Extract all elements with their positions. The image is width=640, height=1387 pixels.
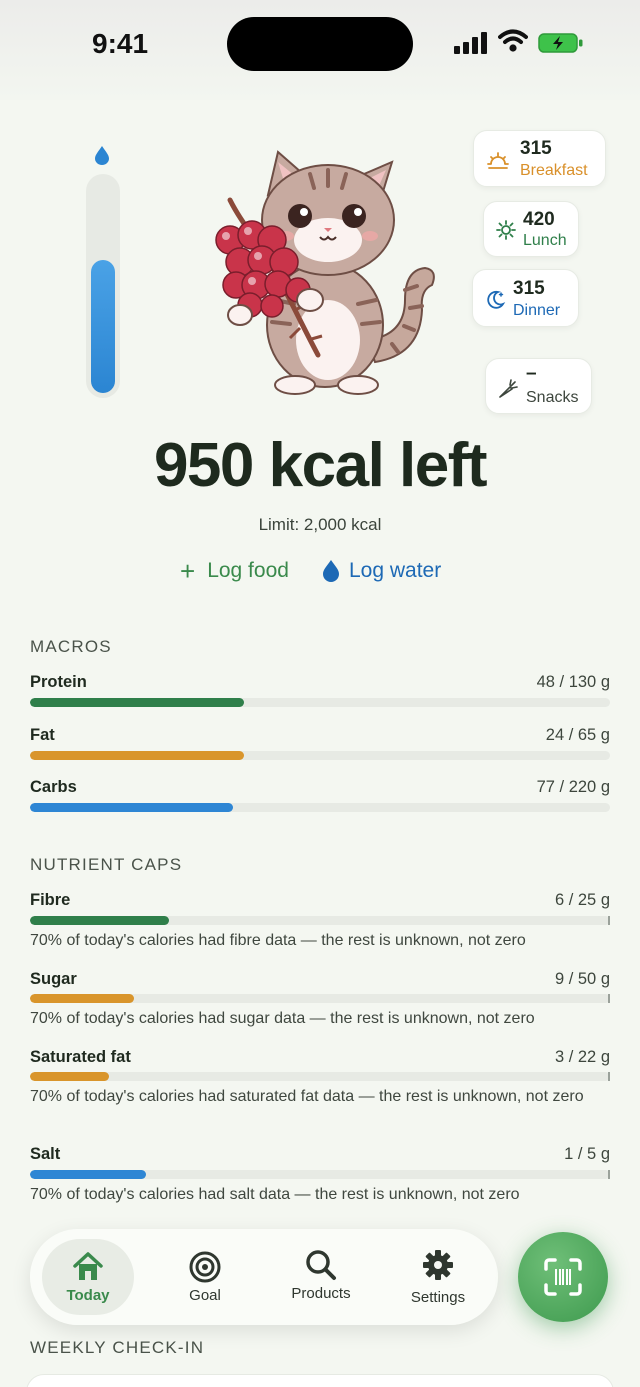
tab-settings[interactable]: Settings xyxy=(392,1239,484,1315)
macro-name: Fat xyxy=(30,726,55,744)
wifi-icon xyxy=(498,29,528,52)
water-drop-icon xyxy=(323,560,339,582)
calories-left-headline: 950 kcal left xyxy=(153,431,488,500)
tab-goal[interactable]: Goal xyxy=(160,1239,250,1315)
sun-icon xyxy=(496,220,516,240)
cap-note: 70% of today's calories had salt data — … xyxy=(30,1186,520,1203)
cap-limit-marker xyxy=(608,1170,610,1179)
macro-track xyxy=(30,698,610,707)
macro-track xyxy=(30,803,610,812)
cap-note: 70% of today's calories had sugar data —… xyxy=(30,1010,535,1027)
carrot-icon xyxy=(499,379,518,398)
cap-note: 70% of today's calories had saturated fa… xyxy=(30,1088,584,1105)
dinner-label: Dinner xyxy=(513,302,561,319)
log-water-label: Log water xyxy=(349,559,442,582)
snacks-kcal: – xyxy=(526,363,537,384)
cat-mascot-illustration xyxy=(215,150,435,395)
dynamic-island xyxy=(227,17,413,71)
cap-value: 1 / 5 g xyxy=(564,1145,610,1163)
meal-chip-snacks[interactable]: – Snacks xyxy=(485,358,592,414)
search-icon xyxy=(306,1250,336,1280)
cap-fill xyxy=(30,1170,146,1179)
log-food-label: Log food xyxy=(207,559,289,582)
cap-limit-marker xyxy=(608,916,610,925)
signal-icon xyxy=(454,32,488,54)
tab-label: Today xyxy=(66,1287,110,1304)
water-gauge xyxy=(86,174,120,398)
water-drop-icon xyxy=(95,146,109,165)
breakfast-label: Breakfast xyxy=(520,162,588,179)
cap-name: Fibre xyxy=(30,891,71,909)
cap-value: 6 / 25 g xyxy=(554,891,610,909)
battery-icon xyxy=(538,33,583,53)
macros-section-title: MACROS xyxy=(30,637,112,656)
tab-bar: Today Goal Products Settings xyxy=(30,1229,498,1325)
gear-icon xyxy=(423,1250,453,1280)
weekly-checkin-card[interactable] xyxy=(26,1374,614,1387)
cap-name: Salt xyxy=(30,1145,61,1163)
meal-chip-dinner[interactable]: 315 Dinner xyxy=(472,269,579,327)
log-food-button[interactable]: + Log food xyxy=(180,556,289,586)
macro-name: Carbs xyxy=(30,778,77,796)
nutrient-caps-section-title: NUTRIENT CAPS xyxy=(30,855,183,874)
cap-name: Saturated fat xyxy=(30,1048,131,1066)
macro-track xyxy=(30,751,610,760)
cap-track xyxy=(30,994,610,1003)
moon-icon xyxy=(487,290,506,309)
status-time: 9:41 xyxy=(92,28,149,59)
home-icon xyxy=(73,1252,103,1280)
tab-today[interactable]: Today xyxy=(42,1239,134,1315)
macro-fill xyxy=(30,751,245,760)
macro-value: 24 / 65 g xyxy=(545,726,610,744)
cap-value: 9 / 50 g xyxy=(554,970,610,988)
cap-limit-marker xyxy=(608,994,610,1003)
status-bar: 9:41 xyxy=(0,0,640,100)
macro-fill xyxy=(30,803,233,812)
sunrise-icon xyxy=(487,152,509,169)
log-water-button[interactable]: Log water xyxy=(323,556,441,586)
cap-track xyxy=(30,1170,610,1179)
calorie-limit: Limit: 2,000 kcal xyxy=(258,515,382,534)
water-gauge-fill xyxy=(91,260,115,393)
cap-track xyxy=(30,1072,610,1081)
tab-label: Settings xyxy=(410,1289,466,1306)
cap-note: 70% of today's calories had fibre data —… xyxy=(30,932,526,949)
breakfast-kcal: 315 xyxy=(520,138,552,159)
barcode-scan-icon xyxy=(544,1258,582,1296)
macro-name: Protein xyxy=(30,673,87,691)
lunch-label: Lunch xyxy=(523,232,567,249)
macro-value: 48 / 130 g xyxy=(536,673,610,691)
weekly-checkin-title: WEEKLY CHECK-IN xyxy=(30,1338,205,1357)
lunch-kcal: 420 xyxy=(523,209,555,230)
macro-value: 77 / 220 g xyxy=(536,778,610,796)
plus-icon: + xyxy=(180,556,196,586)
tab-label: Products xyxy=(291,1285,351,1302)
tab-products[interactable]: Products xyxy=(273,1239,369,1315)
meal-chip-breakfast[interactable]: 315 Breakfast xyxy=(473,130,606,187)
cap-value: 3 / 22 g xyxy=(554,1048,610,1066)
cap-fill xyxy=(30,916,170,925)
cap-fill xyxy=(30,1072,109,1081)
cap-limit-marker xyxy=(608,1072,610,1081)
target-icon xyxy=(189,1251,221,1283)
cap-name: Sugar xyxy=(30,970,77,988)
snacks-label: Snacks xyxy=(526,389,579,406)
meal-chip-lunch[interactable]: 420 Lunch xyxy=(483,201,579,257)
macro-fill xyxy=(30,698,245,707)
cap-fill xyxy=(30,994,135,1003)
barcode-scan-button[interactable] xyxy=(518,1232,608,1322)
dinner-kcal: 315 xyxy=(513,278,545,299)
cap-track xyxy=(30,916,610,925)
tab-label: Goal xyxy=(189,1287,221,1304)
